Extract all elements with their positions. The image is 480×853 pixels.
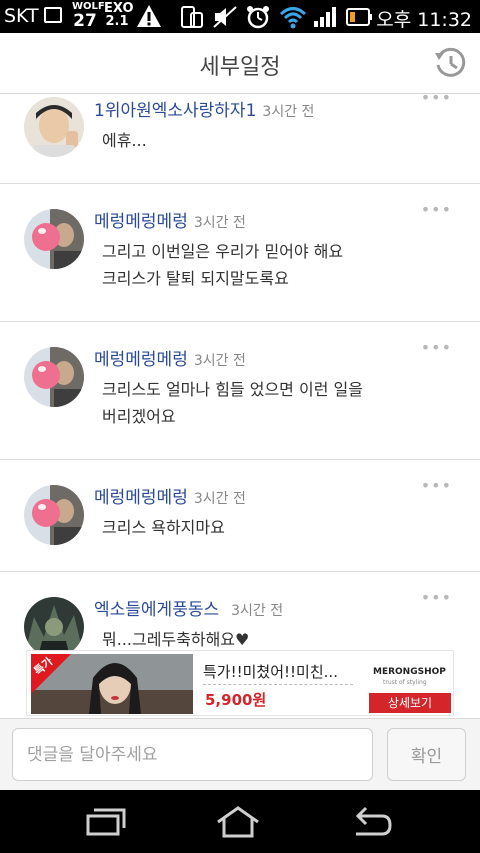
signal-icon [314, 7, 336, 27]
ad-brand-tagline: trust of styling [383, 679, 427, 686]
alarm-icon [247, 6, 269, 29]
comment-line: 버리겠어요 [102, 407, 176, 426]
clock: 오후 11:32 [376, 5, 472, 32]
warning-icon [137, 5, 161, 27]
comment-item: 1위아원엑소사랑하자1 3시간 전 에휴... ••• [0, 94, 480, 184]
comment-header: 메렁메렁메렁 3시간 전 [94, 207, 246, 232]
ad-detail-button[interactable]: 상세보기 [369, 693, 451, 713]
more-options-icon[interactable]: ••• [421, 340, 452, 356]
wolf-notification-icon: WOLF 27 [72, 2, 105, 31]
comment-time: 3시간 전 [193, 353, 246, 369]
comment-item: 메렁메렁메렁 3시간 전 그리고 이번일은 우리가 믿어야 해요 크리스가 탈퇴 … [0, 184, 480, 322]
comment-author[interactable]: 1위아원엑소사랑하자1 [94, 101, 256, 121]
back-icon[interactable] [350, 804, 394, 840]
avatar[interactable] [24, 347, 84, 407]
comment-body: 그리고 이번일은 우리가 믿어야 해요 크리스가 탈퇴 되지말도록요 [102, 238, 343, 292]
avatar-image [24, 97, 84, 157]
clock-ampm: 오후 [376, 9, 412, 31]
comment-item: 메렁메렁메렁 3시간 전 크리스 욕하지마요 ••• [0, 460, 480, 572]
comment-time: 3시간 전 [193, 215, 246, 231]
avatar[interactable] [24, 597, 84, 650]
comment-time: 3시간 전 [262, 104, 315, 120]
ad-image[interactable]: 특가 [31, 654, 193, 714]
comment-header: 메렁메렁메렁 3시간 전 [94, 345, 246, 370]
comment-time: 3시간 전 [193, 491, 246, 507]
comment-author[interactable]: 메렁메렁메렁 [94, 488, 188, 508]
system-nav-bar [0, 790, 480, 853]
mute-icon [213, 6, 237, 28]
more-options-icon[interactable]: ••• [421, 94, 452, 106]
exo-notification-icon: EXO 2.1 [104, 2, 134, 29]
more-options-icon[interactable]: ••• [421, 202, 452, 218]
comment-line: 크리스도 얼마나 힘들 었으면 이런 일을 [102, 380, 363, 399]
comment-body: 에휴... [102, 127, 147, 154]
avatar-image [24, 485, 84, 545]
comment-header: 메렁메렁메렁 3시간 전 [94, 483, 246, 508]
comment-list[interactable]: 1위아원엑소사랑하자1 3시간 전 에휴... ••• 메렁메렁메렁 3시간 전 그… [0, 94, 480, 650]
comment-header: 1위아원엑소사랑하자1 3시간 전 [94, 96, 314, 121]
avatar[interactable] [24, 97, 84, 157]
history-icon[interactable] [432, 45, 468, 81]
more-options-icon[interactable]: ••• [421, 590, 452, 606]
ad-title[interactable]: 특가!!미쳤어!!미친... [203, 661, 338, 682]
wolf-value: 27 [73, 11, 97, 31]
comment-input[interactable] [12, 728, 373, 781]
comment-body: 뭐...그레두축하해요♥ [102, 626, 249, 650]
comment-header: 엑소들에게풍동스 3시간 전 [94, 595, 283, 620]
comment-author[interactable]: 엑소들에게풍동스 [94, 600, 219, 620]
comment-line: 크리스 욕하지마요 [102, 518, 225, 537]
wifi-icon [279, 7, 307, 29]
status-bar: SKT WOLF 27 EXO 2.1 오후 11:32 [0, 0, 480, 33]
comment-line: 뭐...그레두축하해요♥ [102, 630, 250, 649]
ad-banner[interactable]: 특가 특가!!미쳤어!!미친... 5,900원 MERONGSHOP trus… [26, 650, 454, 716]
back-notification-icon [44, 7, 62, 23]
comment-body: 크리스 욕하지마요 [102, 514, 225, 541]
comment-time: 3시간 전 [231, 603, 284, 619]
battery-icon [346, 8, 372, 26]
home-icon[interactable] [216, 804, 260, 840]
ad-brand-logo: MERONGSHOP [373, 667, 446, 677]
ad-divider [203, 684, 353, 685]
comment-line: 에휴... [102, 131, 147, 150]
avatar-image [24, 209, 84, 269]
comment-item: 엑소들에게풍동스 3시간 전 뭐...그레두축하해요♥ ••• [0, 572, 480, 650]
comment-input-bar: 확인 [0, 718, 480, 790]
avatar[interactable] [24, 485, 84, 545]
comment-body: 크리스도 얼마나 힘들 었으면 이런 일을 버리겠어요 [102, 376, 363, 430]
exo-value: 2.1 [105, 14, 129, 29]
carrier-label: SKT [4, 5, 39, 27]
comment-line: 크리스가 탈퇴 되지말도록요 [102, 269, 289, 288]
clock-time: 11:32 [417, 9, 472, 31]
app-header: 세부일정 [0, 33, 480, 94]
avatar-image [24, 347, 84, 407]
confirm-button[interactable]: 확인 [387, 728, 466, 781]
recent-apps-icon[interactable] [84, 804, 128, 840]
comment-item: 메렁메렁메렁 3시간 전 크리스도 얼마나 힘들 었으면 이런 일을 버리겠어요 … [0, 322, 480, 460]
page-title: 세부일정 [199, 55, 281, 80]
comment-author[interactable]: 메렁메렁메렁 [94, 350, 188, 370]
comment-line: 그리고 이번일은 우리가 믿어야 해요 [102, 242, 344, 261]
comment-author[interactable]: 메렁메렁메렁 [94, 212, 188, 232]
avatar[interactable] [24, 209, 84, 269]
screen-rotate-icon [181, 6, 203, 28]
more-options-icon[interactable]: ••• [421, 478, 452, 494]
ad-price: 5,900원 [205, 691, 267, 709]
avatar-image [24, 597, 84, 650]
